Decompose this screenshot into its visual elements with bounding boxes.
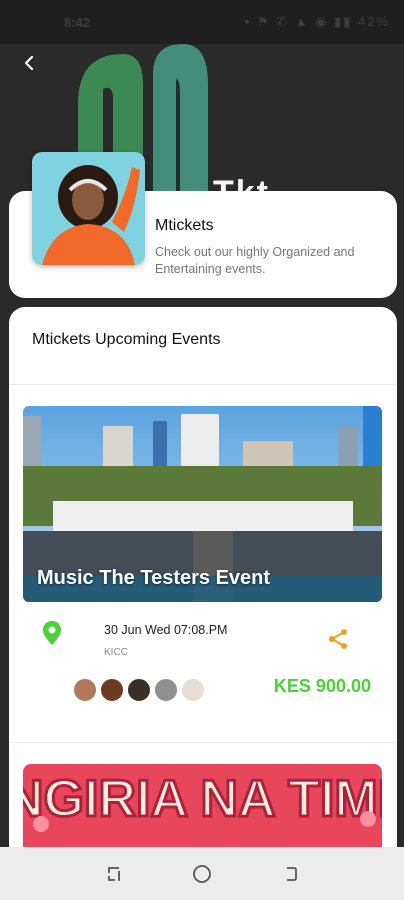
back-button[interactable] [14,48,44,78]
share-icon [329,629,347,649]
share-button[interactable] [326,627,350,651]
organizer-avatar [32,152,145,265]
home-button[interactable] [191,863,213,885]
avatar [100,678,124,702]
recent-apps-icon [108,866,120,881]
organizer-name: Mtickets [155,217,214,234]
event-art-text-1: INGIRIA NA TIME [23,770,382,828]
organizer-description: Check out our highly Organized and Enter… [155,245,355,276]
home-icon [193,864,211,883]
status-time: 8:42 [64,14,91,30]
status-icons: • ⚑ ✆ ▲ ◉ ▮▮ 42% [244,14,390,29]
avatar [154,678,178,702]
avatar [127,678,151,702]
divider [9,742,397,743]
recent-apps-button[interactable] [103,863,125,885]
status-bar: 8:42 • ⚑ ✆ ▲ ◉ ▮▮ 42% [0,0,404,44]
back-nav-icon [287,866,297,881]
event-title: Music The Testers Event [37,567,271,589]
divider [9,384,397,385]
attendee-avatars [73,678,208,702]
location-pin-icon [43,621,61,645]
events-panel: Mtickets Upcoming Events Music The Teste… [9,307,397,867]
event-image[interactable]: Music The Testers Event [23,406,382,602]
avatar [73,678,97,702]
event-datetime: 30 Jun Wed 07:08.PM [104,623,228,637]
event-venue: KICC [104,647,128,658]
back-nav-button[interactable] [279,863,301,885]
avatar [181,678,205,702]
system-nav-bar [0,847,404,900]
event-price: KES 900.00 [273,676,371,696]
back-arrow-icon [24,55,34,71]
section-title: Mtickets Upcoming Events [32,331,221,348]
